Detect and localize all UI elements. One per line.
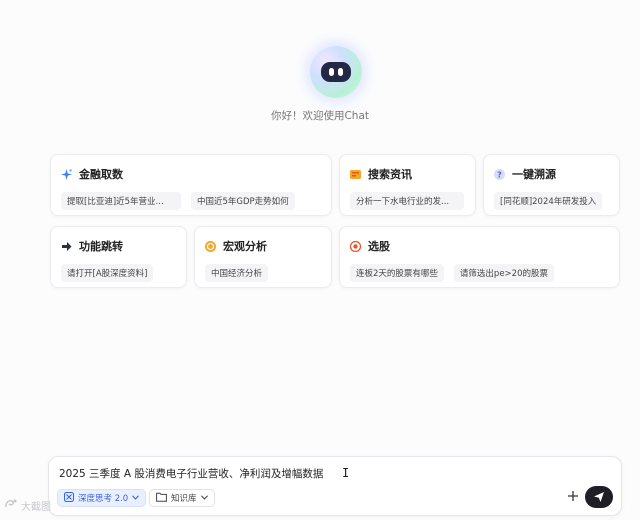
knowledge-base-button[interactable]: 知识库 <box>149 489 215 507</box>
suggestion-chip[interactable]: 中国经济分析 <box>205 264 269 282</box>
sparkle-icon <box>61 168 72 180</box>
card-title: 金融取数 <box>79 168 123 181</box>
suggestion-chip[interactable]: 提取[比亚迪]近5年营业... <box>61 192 181 210</box>
plus-icon <box>568 491 578 501</box>
watermark: 大截图 <box>4 498 51 513</box>
card-title: 一键溯源 <box>512 168 556 181</box>
news-icon <box>350 169 361 180</box>
deep-think-icon <box>63 491 75 505</box>
suggestion-chip[interactable]: 请筛选出pe>20的股票 <box>453 264 554 282</box>
assistant-avatar <box>310 46 362 98</box>
card-title: 选股 <box>368 240 390 253</box>
robot-face-icon <box>321 62 351 82</box>
suggestion-chip[interactable]: 连板2天的股票有哪些 <box>350 264 444 282</box>
knowledge-base-label: 知识库 <box>171 494 197 504</box>
deep-think-toggle[interactable]: 深度思考 2.0 <box>57 489 147 507</box>
question-icon: ? <box>494 168 505 180</box>
arrow-right-icon <box>61 241 72 252</box>
send-icon <box>594 492 604 502</box>
chat-input-box[interactable]: 2025 三季度 A 股消费电子行业营收、净利润及增幅数据 I 深度思考 2.0… <box>48 456 622 516</box>
watermark-logo-icon <box>4 498 18 513</box>
chevron-down-icon <box>132 493 140 503</box>
send-button[interactable] <box>585 486 613 508</box>
card-stock[interactable]: 选股 连板2天的股票有哪些 请筛选出pe>20的股票 <box>339 226 620 288</box>
card-title: 宏观分析 <box>223 240 267 253</box>
suggestion-chip[interactable]: 分析一下水电行业的发... <box>350 192 464 210</box>
card-finance[interactable]: 金融取数 提取[比亚迪]近5年营业... 中国近5年GDP走势如何 <box>50 154 332 216</box>
add-attachment-button[interactable] <box>565 490 581 506</box>
suggestion-chip[interactable]: 请打开[A股深度资料] <box>61 264 154 282</box>
card-title: 搜索资讯 <box>368 168 412 181</box>
folder-icon <box>156 492 167 505</box>
card-trace[interactable]: ? 一键溯源 [同花顺]2024年研发投入 <box>483 154 620 216</box>
chat-input[interactable]: 2025 三季度 A 股消费电子行业营收、净利润及增幅数据 <box>59 466 323 481</box>
card-search[interactable]: 搜索资讯 分析一下水电行业的发... <box>339 154 476 216</box>
suggestion-chip[interactable]: [同花顺]2024年研发投入 <box>494 192 603 210</box>
chevron-down-icon <box>200 493 208 503</box>
watermark-text: 大截图 <box>21 502 51 513</box>
greeting-text: 你好！欢迎使用Chat <box>270 110 370 122</box>
target-icon <box>350 240 361 252</box>
coin-icon <box>205 240 216 252</box>
deep-think-label: 深度思考 2.0 <box>78 494 129 504</box>
text-cursor-icon: I <box>342 466 350 480</box>
svg-text:?: ? <box>497 170 502 179</box>
suggestion-chip[interactable]: 中国近5年GDP走势如何 <box>191 192 295 210</box>
card-jump[interactable]: 功能跳转 请打开[A股深度资料] <box>50 226 187 288</box>
card-title: 功能跳转 <box>79 240 123 253</box>
card-macro[interactable]: 宏观分析 中国经济分析 <box>194 226 332 288</box>
